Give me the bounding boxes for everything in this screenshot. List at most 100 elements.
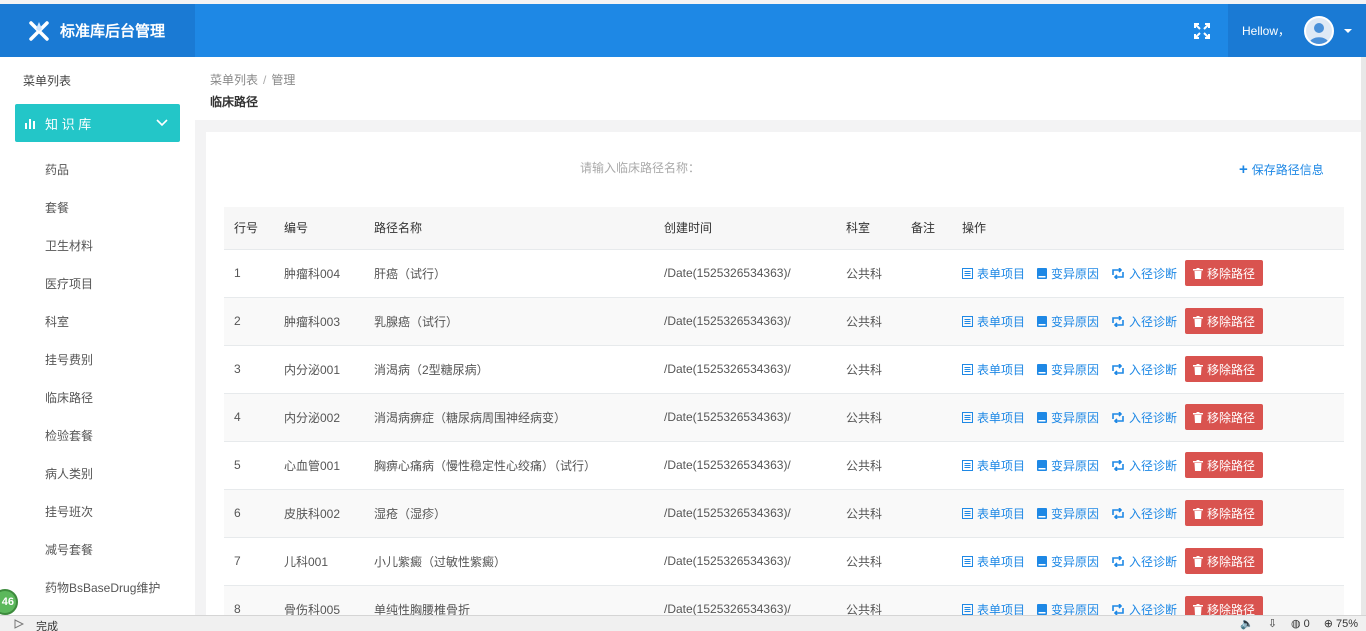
sidebar-item-drugs[interactable]: 药品 (45, 161, 69, 178)
sidebar-item-package[interactable]: 套餐 (45, 199, 69, 216)
cell-department: 公共科 (836, 488, 901, 537)
variation-reason-button[interactable]: 变异原因 (1037, 409, 1099, 426)
variation-reason-button[interactable]: 变异原因 (1037, 553, 1099, 570)
enter-diagnosis-button[interactable]: 入径诊断 (1111, 265, 1177, 282)
book-icon (1037, 363, 1048, 375)
cell-row-number: 2 (224, 296, 274, 345)
zoom-control[interactable]: ⊕ 75% (1324, 617, 1358, 631)
enter-diagnosis-label: 入径诊断 (1129, 506, 1178, 521)
form-items-button[interactable]: 表单项目 (962, 409, 1025, 426)
sidebar-item-drug-maintenance[interactable]: 药物BsBaseDrug维护 (45, 579, 160, 596)
list-icon (962, 507, 973, 519)
sidebar-item-clinical-path[interactable]: 临床路径 (45, 389, 93, 406)
sidebar-item-lab-package[interactable]: 检验套餐 (45, 427, 93, 444)
counter[interactable]: ◍ 0 (1291, 617, 1310, 631)
cell-note (901, 296, 952, 345)
remove-path-button[interactable]: 移除路径 (1185, 356, 1264, 382)
chevron-down-icon[interactable] (1344, 28, 1352, 33)
form-items-button[interactable]: 表单项目 (962, 553, 1025, 570)
sidebar-item-registration-fee[interactable]: 挂号费别 (45, 351, 93, 368)
variation-reason-button[interactable]: 变异原因 (1037, 361, 1099, 378)
remove-path-button[interactable]: 移除路径 (1185, 452, 1264, 478)
row-actions: 表单项目 变异原因 入径诊断 移除路径 (962, 404, 1344, 430)
breadcrumb-current: 管理 (271, 73, 296, 87)
save-path-label: 保存路径信息 (1251, 163, 1324, 177)
form-items-label: 表单项目 (977, 314, 1026, 329)
variation-reason-button[interactable]: 变异原因 (1037, 265, 1099, 282)
table-row: 3 内分泌001 消渴病（2型糖尿病）/Date(1525326534363)/公共… (224, 344, 1344, 393)
retweet-icon (1112, 363, 1124, 375)
header-right: Hellow， (1193, 4, 1366, 57)
remove-path-label: 移除路径 (1207, 266, 1256, 281)
sidebar: 菜单列表 知 识 库 药品 套餐 卫生材料 医疗项目 科室 挂号费别 临床路径 … (0, 57, 195, 615)
variation-reason-label: 变异原因 (1051, 458, 1100, 473)
cell-code: 皮肤科002 (274, 488, 364, 537)
form-items-button[interactable]: 表单项目 (962, 265, 1025, 282)
form-items-button[interactable]: 表单项目 (962, 313, 1025, 330)
sidebar-item-medical-items[interactable]: 医疗项目 (45, 275, 93, 292)
cell-department: 公共科 (836, 392, 901, 441)
remove-path-button[interactable]: 移除路径 (1185, 404, 1264, 430)
cell-created-time: /Date(1525326534363)/ (654, 248, 836, 297)
sidebar-item-medical-supplies[interactable]: 卫生材料 (45, 237, 93, 254)
form-items-button[interactable]: 表单项目 (962, 505, 1025, 522)
row-actions: 表单项目 变异原因 入径诊断 移除路径 (962, 260, 1344, 286)
variation-reason-label: 变异原因 (1051, 410, 1100, 425)
trash-icon (1193, 459, 1204, 471)
remove-path-button[interactable]: 移除路径 (1185, 500, 1264, 526)
form-items-label: 表单项目 (977, 554, 1026, 569)
enter-diagnosis-label: 入径诊断 (1129, 314, 1178, 329)
download-icon[interactable]: ⇩ (1268, 617, 1277, 630)
enter-diagnosis-button[interactable]: 入径诊断 (1111, 553, 1177, 570)
brand[interactable]: 标准库后台管理 (0, 4, 195, 57)
cell-path-name: 胸痹心痛病（慢性稳定性心绞痛）（试行） (364, 440, 654, 489)
retweet-icon (1112, 507, 1124, 519)
top-header: 标准库后台管理 Hellow， (0, 4, 1366, 57)
enter-diagnosis-button[interactable]: 入径诊断 (1111, 457, 1177, 474)
enter-diagnosis-button[interactable]: 入径诊断 (1111, 313, 1177, 330)
variation-reason-label: 变异原因 (1051, 506, 1100, 521)
fullscreen-icon[interactable] (1193, 22, 1210, 39)
page-title: 临床路径 (210, 95, 259, 109)
variation-reason-label: 变异原因 (1051, 554, 1100, 569)
enter-diagnosis-button[interactable]: 入径诊断 (1111, 361, 1177, 378)
vertical-scrollbar[interactable] (1361, 57, 1366, 615)
retweet-icon (1112, 315, 1124, 327)
trash-icon (1193, 267, 1204, 279)
user-menu[interactable]: Hellow， (1227, 4, 1366, 57)
form-items-label: 表单项目 (977, 410, 1026, 425)
retweet-icon (1112, 267, 1124, 279)
table-row: 5 心血管001 胸痹心痛病（慢性稳定性心绞痛）（试行）/Date(15253265… (224, 440, 1344, 489)
sidebar-group-knowledge-base[interactable]: 知 识 库 (15, 104, 180, 142)
variation-reason-button[interactable]: 变异原因 (1037, 505, 1099, 522)
cell-code: 内分泌001 (274, 344, 364, 393)
avatar[interactable] (1304, 15, 1334, 46)
breadcrumb-root[interactable]: 菜单列表 (210, 73, 258, 87)
table-row: 1 肿瘤科004 肝癌（试行）/Date(1525326534363)/公共科 表单项… (224, 248, 1344, 297)
remove-path-button[interactable]: 移除路径 (1185, 260, 1264, 286)
cell-path-name: 小儿紫癜（过敏性紫癜） (364, 536, 654, 585)
cell-department: 公共科 (836, 440, 901, 489)
enter-diagnosis-label: 入径诊断 (1129, 554, 1178, 569)
cell-path-name: 消渴病痹症（糖尿病周围神经病变） (364, 392, 654, 441)
table-body: 1 肿瘤科004 肝癌（试行）/Date(1525326534363)/公共科 表单项… (224, 248, 1344, 631)
app-title: 标准库后台管理 (60, 23, 166, 40)
trash-icon (1193, 411, 1204, 423)
enter-diagnosis-button[interactable]: 入径诊断 (1111, 505, 1177, 522)
cell-actions: 表单项目 变异原因 入径诊断 移除路径 (952, 344, 1344, 393)
enter-diagnosis-button[interactable]: 入径诊断 (1111, 409, 1177, 426)
save-path-button[interactable]: + 保存路径信息 (1239, 161, 1324, 178)
remove-path-button[interactable]: 移除路径 (1185, 548, 1264, 574)
form-items-button[interactable]: 表单项目 (962, 457, 1025, 474)
sidebar-item-reduction-package[interactable]: 减号套餐 (45, 541, 93, 558)
sidebar-item-registration-shift[interactable]: 挂号班次 (45, 503, 93, 520)
sidebar-item-departments[interactable]: 科室 (45, 313, 69, 330)
variation-reason-button[interactable]: 变异原因 (1037, 313, 1099, 330)
list-icon (962, 363, 973, 375)
remove-path-button[interactable]: 移除路径 (1185, 308, 1264, 334)
speaker-icon[interactable]: 🔈 (1240, 617, 1254, 630)
form-items-button[interactable]: 表单项目 (962, 361, 1025, 378)
sidebar-item-patient-category[interactable]: 病人类别 (45, 465, 93, 482)
cell-department: 公共科 (836, 536, 901, 585)
variation-reason-button[interactable]: 变异原因 (1037, 457, 1099, 474)
